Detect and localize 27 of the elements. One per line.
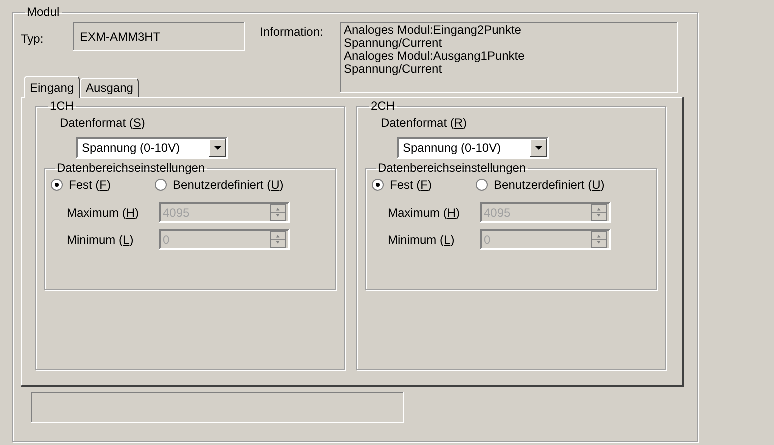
radio-option[interactable]: Benutzerdefiniert (U) <box>476 176 605 194</box>
radio-icon[interactable] <box>155 179 168 191</box>
group-title: Datenbereichseinstellungen <box>56 162 206 174</box>
radio-option[interactable]: Fest (F) <box>51 176 112 194</box>
field-label: Minimum (L) <box>387 232 456 248</box>
group-title: 2CH <box>370 100 396 112</box>
group-title: Datenbereichseinstellungen <box>377 162 528 174</box>
information-field: Analoges Modul:Eingang2Punkte Spannung/Current Analoges Modul:Ausgang1Punkte Spannung/Current <box>340 22 678 93</box>
type-label: Typ: <box>21 31 45 48</box>
field-label: Maximum (H) <box>387 204 462 222</box>
group-title: 1CH <box>49 100 76 112</box>
format-label: Datenformat (R) <box>381 115 468 132</box>
field-label: Minimum (L) <box>66 232 135 248</box>
radio-option[interactable]: Fest (F) <box>372 176 432 194</box>
format-label: Datenformat (S) <box>60 115 146 132</box>
radio-icon[interactable] <box>51 179 63 191</box>
group-title: Modul <box>26 6 61 18</box>
field-label: Maximum (H) <box>66 204 140 222</box>
format-dropdown[interactable]: Spannung (0-10V) <box>76 137 228 159</box>
type-field: EXM-AMM3HT <box>73 22 245 51</box>
radio-icon[interactable] <box>372 179 384 191</box>
information-label: Information: <box>260 24 324 41</box>
radio-icon[interactable] <box>476 179 488 191</box>
tab[interactable]: Ausgang <box>80 78 140 97</box>
tab[interactable]: Eingang <box>24 76 80 98</box>
format-dropdown[interactable]: Spannung (0-10V) <box>397 137 549 159</box>
radio-option[interactable]: Benutzerdefiniert (U) <box>155 176 284 194</box>
